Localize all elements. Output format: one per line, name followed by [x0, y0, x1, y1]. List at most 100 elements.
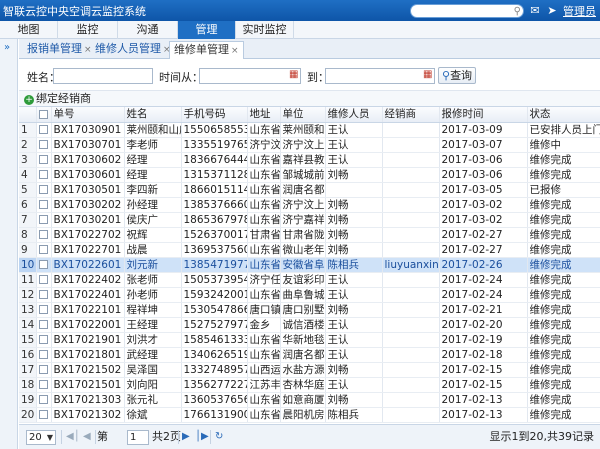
row-checkbox[interactable] [38, 200, 48, 209]
tab-expense-management[interactable]: 报销单管理 × [23, 41, 96, 59]
table-row[interactable]: 8BX17022702祝辉15263700172甘肃省陇南市甘肃省陇南市刘畅20… [19, 227, 600, 243]
cell-checkbox[interactable] [36, 287, 52, 303]
cell-checkbox[interactable] [36, 152, 52, 168]
table-row[interactable]: 9 BX17022701战晨13695375601山东省济宁市微山老年公寓刘畅 20… [19, 242, 600, 258]
row-checkbox[interactable] [38, 350, 48, 359]
page-number-input[interactable]: 1 [127, 430, 149, 445]
row-checkbox[interactable] [38, 320, 48, 329]
nav-map[interactable]: 地图 [0, 21, 58, 39]
row-checkbox[interactable] [38, 305, 48, 314]
cell-checkbox[interactable] [36, 137, 52, 153]
row-checkbox[interactable] [38, 245, 48, 254]
select-all-checkbox[interactable] [38, 109, 48, 119]
col-header-phone[interactable]: 手机号码 [181, 107, 248, 123]
time-from-input[interactable] [199, 68, 301, 84]
row-checkbox[interactable] [38, 335, 48, 344]
table-row[interactable]: 3 BX17030602经理18366764440山东省济宁市嘉祥县教育局王认 20… [19, 152, 600, 168]
table-row[interactable]: 17 BX17021502吴泽国13327489570山西运城水盐方源庭刘畅 201… [19, 362, 600, 378]
cell-checkbox[interactable] [36, 257, 52, 273]
prev-page-icon[interactable]: ◀ [83, 431, 91, 443]
col-header-name[interactable]: 姓名 [124, 107, 182, 123]
col-header-unit[interactable]: 单位 [280, 107, 326, 123]
table-row[interactable]: 12 BX17022401孙老师15932420010山东省济宁市曲阜鲁城城管局王… [19, 287, 600, 303]
cell-checkbox[interactable] [36, 122, 52, 138]
col-header-status[interactable]: 状态 [527, 107, 600, 123]
side-panel-toggle[interactable]: » [0, 39, 18, 449]
col-header-report-time[interactable]: 报修时间 [439, 107, 528, 123]
last-page-icon[interactable]: │▶ [195, 431, 209, 443]
first-page-icon[interactable]: ◀│ [66, 431, 80, 443]
tab-repair-staff-management[interactable]: 维修人员管理 × [91, 41, 175, 59]
nav-communicate[interactable]: 沟通 [118, 21, 178, 39]
time-to-input[interactable] [325, 68, 435, 84]
col-header-address[interactable]: 地址 [247, 107, 281, 123]
table-row[interactable]: 11 BX17022402张老师15053739540济宁任城区友谊彩印王认 201… [19, 272, 600, 288]
cell-checkbox[interactable] [36, 377, 52, 393]
row-checkbox[interactable] [38, 365, 48, 374]
table-row[interactable]: 4 BX17030601经理13153711287山东省济宁市邹城城前镇刘畅 201… [19, 167, 600, 183]
row-checkbox[interactable] [38, 140, 48, 149]
cell-checkbox[interactable] [36, 272, 52, 288]
query-button[interactable]: ⚲查询 [438, 67, 477, 84]
row-checkbox[interactable] [38, 215, 48, 224]
global-search-input[interactable]: ⚲ [410, 4, 524, 18]
table-row[interactable]: 15 BX17021901刘洪才15854613330山东省济宁市华新地毯厂王认 2… [19, 332, 600, 348]
cell-checkbox[interactable] [36, 227, 52, 243]
bind-dealer-button[interactable]: + 绑定经销商 [24, 92, 91, 106]
cell-checkbox[interactable] [36, 182, 52, 198]
cell-checkbox[interactable] [36, 317, 52, 333]
col-check-header[interactable] [36, 107, 52, 123]
row-checkbox[interactable] [38, 410, 48, 419]
nav-realtime-monitor[interactable]: 实时监控 [236, 21, 294, 39]
cell-checkbox[interactable] [36, 362, 52, 378]
row-checkbox[interactable] [38, 230, 48, 239]
cell-checkbox[interactable] [36, 212, 52, 228]
cell-checkbox[interactable] [36, 242, 52, 258]
close-icon[interactable]: × [231, 46, 239, 56]
cell-checkbox[interactable] [36, 332, 52, 348]
user-link[interactable]: 管理员 [563, 3, 596, 19]
table-row[interactable]: 16 BX17021801武经理13406265190山东省济宁市润唐名都王认 20… [19, 347, 600, 363]
page-size-select[interactable]: 20 ▼ [26, 430, 56, 445]
cell-checkbox[interactable] [36, 347, 52, 363]
table-row[interactable]: 13 BX17022101程祥坤15305478660唐口镇唐口别墅刘畅 2017-… [19, 302, 600, 318]
table-row[interactable]: 14 BX17022001王经理15275279770金乡诚信酒楼王认 2017-0… [19, 317, 600, 333]
refresh-icon[interactable]: ↻ [215, 431, 223, 443]
row-checkbox[interactable] [38, 125, 48, 134]
name-input[interactable] [53, 68, 153, 84]
table-row[interactable]: 18 BX17021501刘向阳13562772270江苏丰县杏林华庭小区王认 20… [19, 377, 600, 393]
cell-checkbox[interactable] [36, 392, 52, 408]
expand-icon[interactable]: » [4, 42, 10, 53]
nav-manage[interactable]: 管理 [178, 21, 236, 39]
table-row[interactable]: 10 BX17022601刘元新13854719776山东省济宁市安徽省阜阳市陈相… [19, 257, 600, 273]
message-icon[interactable]: ✉ [529, 5, 541, 17]
next-page-icon[interactable]: ▶ [182, 431, 190, 443]
cell-checkbox[interactable] [36, 197, 52, 213]
table-row[interactable]: 7 BX17030201侯庆广18653679780山东省济宁市济宁嘉祥县刘畅 20… [19, 212, 600, 228]
row-checkbox[interactable] [38, 275, 48, 284]
row-checkbox[interactable] [38, 185, 48, 194]
tab-repair-order-management[interactable]: 维修单管理 × [169, 41, 244, 59]
col-header-dealer[interactable]: 经销商 [382, 107, 440, 123]
table-row[interactable]: 5 BX17030501李四新18660151140山东省济宁市润唐名都 2017-… [19, 182, 600, 198]
table-row[interactable]: 6 BX17030202孙经理13853766603山东省济宁市济宁汶上县刘畅 20… [19, 197, 600, 213]
col-header-order-no[interactable]: 单号 [51, 107, 125, 123]
row-checkbox[interactable] [38, 260, 48, 269]
row-checkbox[interactable] [38, 155, 48, 164]
table-row[interactable]: 1BX17030901莱州颐和山庄15506585530山东省潍坊市莱州颐和山庄… [19, 122, 600, 138]
search-icon[interactable]: ⚲ [514, 5, 521, 18]
logout-icon[interactable]: ➤ [546, 5, 558, 17]
row-checkbox[interactable] [38, 170, 48, 179]
calendar-icon[interactable]: ▦ [423, 69, 432, 80]
cell-checkbox[interactable] [36, 302, 52, 318]
table-row[interactable]: 19 BX17021303张元礼13605376560山东省济宁市如意商厦刘畅 20… [19, 392, 600, 408]
cell-checkbox[interactable] [36, 167, 52, 183]
table-row[interactable]: 20 BX17021302徐斌17661319000山东省济宁市晨阳机房陈相兵 20… [19, 407, 600, 423]
col-header-repairer[interactable]: 维修人员 [325, 107, 383, 123]
row-checkbox[interactable] [38, 290, 48, 299]
calendar-icon[interactable]: ▦ [289, 69, 298, 80]
nav-monitor[interactable]: 监控 [58, 21, 118, 39]
row-checkbox[interactable] [38, 395, 48, 404]
row-checkbox[interactable] [38, 380, 48, 389]
table-row[interactable]: 2BX17030701李老师13355197650济宁汶上县济宁汶上县王认201… [19, 137, 600, 153]
